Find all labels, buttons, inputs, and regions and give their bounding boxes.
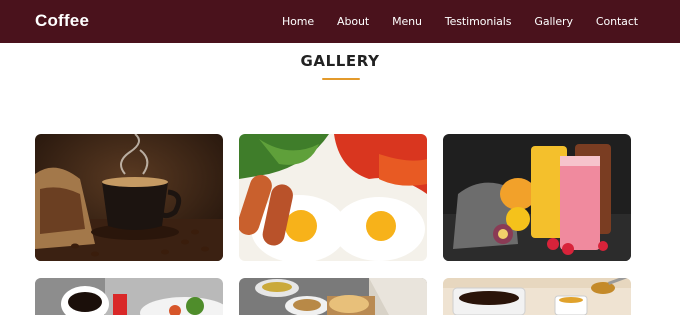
gallery-image-coffee-plate[interactable] bbox=[35, 278, 223, 315]
nav-contact[interactable]: Contact bbox=[596, 15, 638, 28]
brand-logo[interactable]: Coffee bbox=[35, 11, 89, 31]
page-title: GALLERY bbox=[300, 52, 380, 70]
nav-menu[interactable]: Menu bbox=[392, 15, 422, 28]
gallery-image-coffee-honey[interactable] bbox=[443, 278, 631, 315]
nav-about[interactable]: About bbox=[337, 15, 369, 28]
gallery-image-smoothies[interactable] bbox=[443, 134, 631, 261]
gallery-image-breakfast-spread[interactable] bbox=[239, 278, 427, 315]
nav-home[interactable]: Home bbox=[282, 15, 314, 28]
gallery-image-coffee-cup[interactable] bbox=[35, 134, 223, 261]
nav-gallery[interactable]: Gallery bbox=[534, 15, 573, 28]
nav-testimonials[interactable]: Testimonials bbox=[445, 15, 512, 28]
gallery-heading: GALLERY bbox=[0, 52, 680, 71]
gallery-image-breakfast-eggs[interactable] bbox=[239, 134, 427, 261]
main-nav: Home About Menu Testimonials Gallery Con… bbox=[259, 15, 638, 28]
navbar: Coffee Home About Menu Testimonials Gall… bbox=[0, 0, 680, 43]
title-underline bbox=[322, 78, 360, 80]
